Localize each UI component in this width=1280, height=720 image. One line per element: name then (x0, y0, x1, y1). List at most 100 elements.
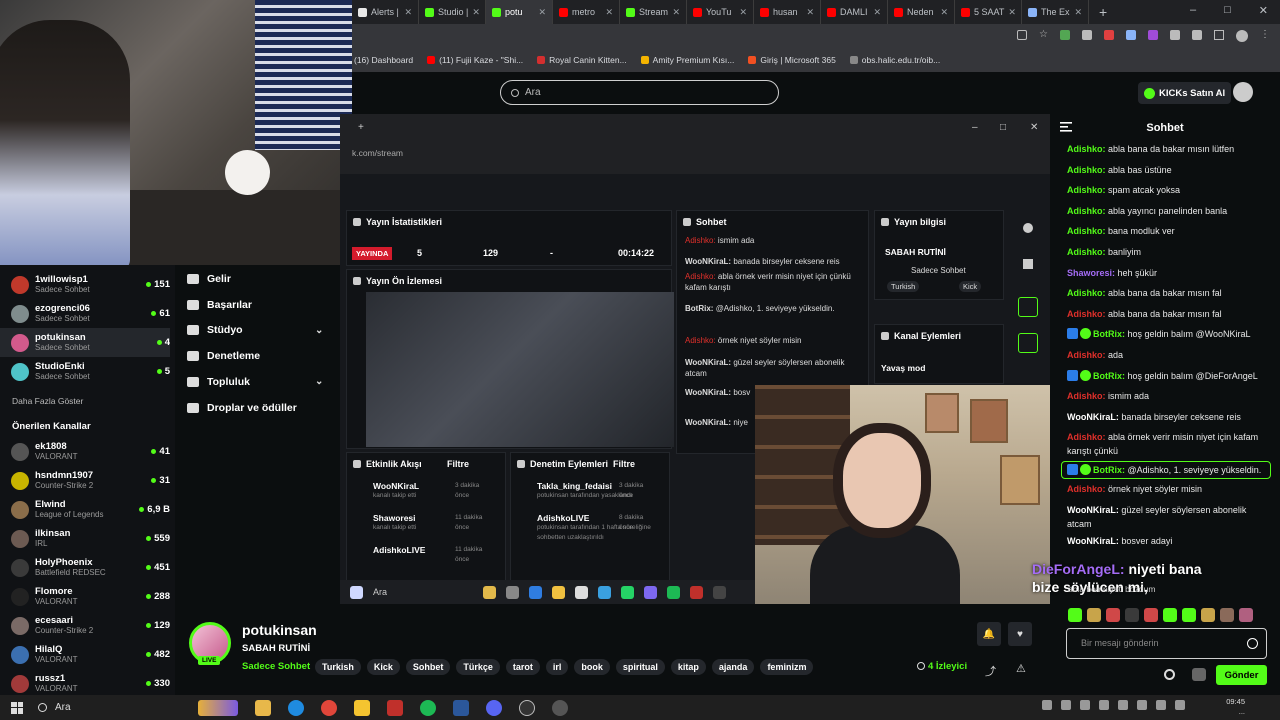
show-more-link[interactable]: Daha Fazla Göster (12, 396, 83, 406)
widgets-icon[interactable] (198, 699, 238, 716)
tray-icon[interactable] (1118, 700, 1128, 710)
share-icon[interactable] (1017, 30, 1028, 40)
sidebar-channel[interactable]: russz1 VALORANT 330 (0, 669, 170, 698)
bookmark-item[interactable]: (11) Fujii Kaze - "Shi... (427, 55, 523, 65)
chat-username[interactable]: WooNKiraL: (1067, 412, 1119, 422)
browser-tab[interactable]: metro ✕ (553, 0, 620, 24)
chevron-down-icon[interactable]: ⌄ (315, 376, 323, 387)
sidebar-channel[interactable]: 1willowisp1 Sadece Sohbet 151 (0, 270, 170, 299)
collapse-chat-icon[interactable] (1060, 122, 1072, 132)
bookmark-item[interactable]: (16) Dashboard (354, 55, 413, 65)
close-tab-icon[interactable]: ✕ (873, 7, 881, 18)
chat-username[interactable]: Adishko: (1067, 288, 1106, 298)
stream-category[interactable]: Sadece Sohbet (242, 661, 310, 672)
chat-username[interactable]: Adishko: (1067, 350, 1106, 360)
stream-tag[interactable]: tarot (505, 659, 540, 675)
settings-gear-icon[interactable] (1164, 669, 1175, 680)
tray-icon[interactable] (1061, 700, 1071, 710)
app-icon[interactable] (387, 699, 403, 716)
chevron-down-icon[interactable]: ⌄ (315, 325, 323, 336)
emote-icon[interactable] (1182, 608, 1196, 622)
browser-tab[interactable]: Studio | ✕ (419, 0, 486, 24)
extension-icon[interactable] (1104, 30, 1114, 40)
sidebar-channel[interactable]: hsndmn1907 Counter-Strike 2 31 (0, 466, 170, 495)
sidebar-channel[interactable]: potukinsan Sadece Sohbet 4 (0, 328, 170, 357)
browser-tab[interactable]: Alerts | ✕ (352, 0, 419, 24)
sidebar-channel[interactable]: StudioEnki Sadece Sohbet 5 (0, 357, 170, 386)
menu-item[interactable]: Denetleme (187, 350, 260, 362)
browser-tab[interactable]: Stream ✕ (620, 0, 687, 24)
chat-username[interactable]: Adishko: (1067, 432, 1106, 442)
close-window-icon[interactable]: ✕ (1259, 4, 1268, 17)
bookmark-item[interactable]: obs.halic.edu.tr/oib... (849, 55, 940, 65)
user-avatar[interactable] (1233, 82, 1253, 102)
chat-username[interactable]: WooNKiraL: (1067, 536, 1119, 546)
close-tab-icon[interactable]: ✕ (1074, 7, 1082, 18)
chat-username[interactable]: BotRix: (1093, 465, 1125, 475)
chat-input[interactable]: Bir mesajı gönderin (1066, 628, 1267, 659)
sidebar-channel[interactable]: HilalQ VALORANT 482 (0, 640, 170, 669)
menu-item[interactable]: Droplar ve ödüller (187, 402, 297, 414)
stream-tag[interactable]: Sohbet (405, 659, 451, 675)
app-icon[interactable] (552, 699, 568, 716)
browser-tab[interactable]: Neden ✕ (888, 0, 955, 24)
emote-icon[interactable] (1087, 608, 1101, 622)
obs-icon[interactable] (519, 699, 535, 716)
chat-username[interactable]: Adishko: (1067, 165, 1106, 175)
notes-icon[interactable] (354, 699, 370, 716)
chat-username[interactable]: Adishko: (1067, 206, 1106, 216)
notify-bell-button[interactable]: 🔔 (977, 622, 1001, 646)
tray-icon[interactable] (1175, 700, 1185, 710)
chat-username[interactable]: WooNKiraL: (1067, 505, 1119, 515)
system-clock[interactable]: 09:45... (1226, 697, 1245, 717)
sidebar-channel[interactable]: Flomore VALORANT 288 (0, 582, 170, 611)
search-input[interactable]: Ara (500, 80, 779, 105)
chat-username[interactable]: Adishko: (1067, 247, 1106, 257)
emote-icon[interactable] (1068, 608, 1082, 622)
chat-username[interactable]: Shaworesi: (1067, 268, 1115, 278)
chrome-icon[interactable] (321, 699, 337, 716)
browser-tab[interactable]: YouTu ✕ (687, 0, 754, 24)
spotify-icon[interactable] (420, 699, 436, 716)
tray-icon[interactable] (1156, 700, 1166, 710)
emote-icon[interactable] (1125, 608, 1139, 622)
extension-icon[interactable] (1060, 30, 1070, 40)
sidepanel-icon[interactable] (1214, 30, 1224, 40)
emote-icon[interactable] (1239, 608, 1253, 622)
minimize-icon[interactable]: – (1190, 4, 1196, 17)
stream-tag[interactable]: Kick (366, 659, 400, 675)
buy-kicks-button[interactable]: KICKs Satın Al (1138, 82, 1232, 104)
sidebar-channel[interactable]: ilkinsan IRL 559 (0, 524, 170, 553)
emote-icon[interactable] (1201, 608, 1215, 622)
chat-username[interactable]: Adishko: (1067, 185, 1106, 195)
sidebar-channel[interactable]: ecesaari Counter-Strike 2 129 (0, 611, 170, 640)
kicks-icon[interactable] (1192, 668, 1206, 681)
menu-item[interactable]: Başarılar (187, 299, 252, 311)
share-icon[interactable]: ⤴ (985, 663, 996, 679)
new-tab-button[interactable]: + (1099, 4, 1107, 20)
sidebar-channel[interactable]: HolyPhoenix Battlefield REDSEC 451 (0, 553, 170, 582)
chat-username[interactable]: Adishko: (1067, 226, 1106, 236)
channel-name[interactable]: potukinsan (242, 622, 317, 638)
chat-username[interactable]: Adishko: (1067, 144, 1106, 154)
tray-icon[interactable] (1042, 700, 1052, 710)
discord-icon[interactable] (486, 699, 502, 716)
browser-tab[interactable]: The Ex ✕ (1022, 0, 1089, 24)
stream-tag[interactable]: kitap (670, 659, 706, 675)
follow-heart-button[interactable]: ♥ (1008, 622, 1032, 646)
stream-tag[interactable]: book (574, 659, 610, 675)
taskbar-search[interactable]: Ara (38, 702, 218, 713)
extension-icon[interactable] (1148, 30, 1158, 40)
menu-item[interactable]: Stüdyo ⌄ (187, 324, 323, 336)
close-tab-icon[interactable]: ✕ (404, 7, 412, 18)
stream-tag[interactable]: spiritual (615, 659, 665, 675)
browser-tab[interactable]: husan ✕ (754, 0, 821, 24)
menu-dots-icon[interactable]: ⋮ (1260, 30, 1270, 42)
extension-icon[interactable] (1126, 30, 1136, 40)
send-button[interactable]: Gönder (1216, 665, 1267, 685)
browser-tab[interactable]: potu ✕ (486, 0, 553, 24)
stream-tag[interactable]: Turkish (315, 659, 361, 675)
close-tab-icon[interactable]: ✕ (806, 7, 814, 18)
sidebar-channel[interactable]: ek1808 VALORANT 41 (0, 437, 170, 466)
extension-icon[interactable] (1082, 30, 1092, 40)
